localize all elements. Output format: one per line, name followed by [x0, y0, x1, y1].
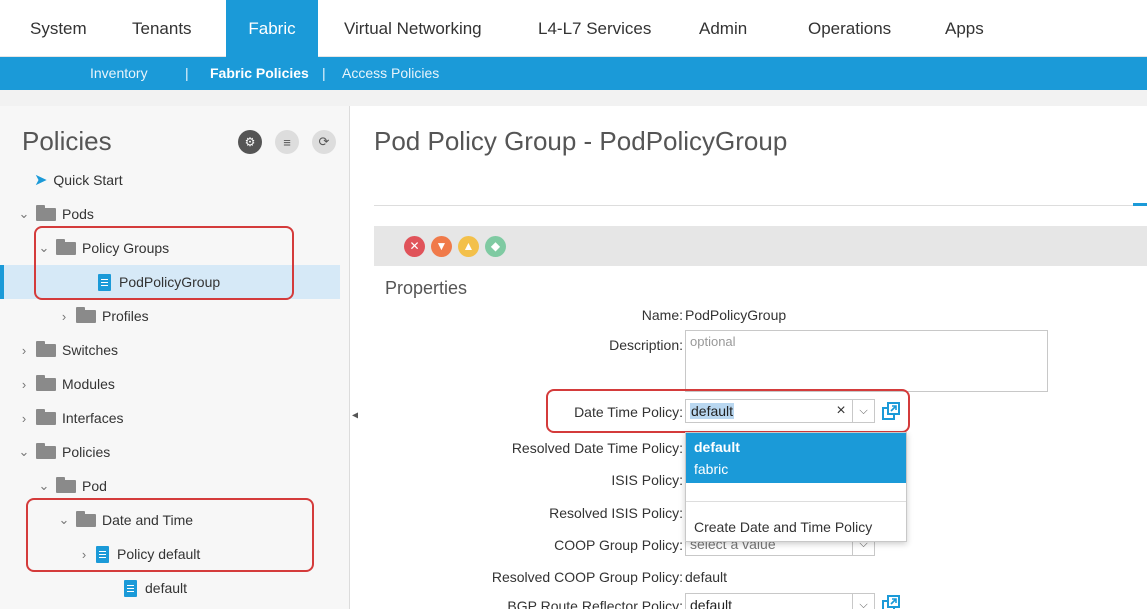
major-fault-icon[interactable]: ▼: [431, 235, 452, 257]
tree-item-label: Policies: [62, 444, 111, 460]
subnav-separator: |: [322, 65, 326, 81]
tools-icon[interactable]: ⚙: [238, 130, 262, 154]
chevron-down-icon[interactable]: ⌄: [16, 444, 32, 460]
chevron-right-icon[interactable]: ›: [16, 411, 32, 426]
bgp-route-reflector-policy-select[interactable]: default ⌵: [685, 593, 875, 609]
sub-navigation: Inventory | Fabric Policies | Access Pol…: [0, 57, 1147, 90]
tree-item-profiles[interactable]: › Profiles: [0, 299, 340, 333]
bgp-route-reflector-policy-input[interactable]: default: [686, 597, 852, 609]
subnav-inventory[interactable]: Inventory: [90, 57, 148, 90]
subnav-fabric-policies[interactable]: Fabric Policies: [210, 57, 309, 90]
highlight-box-date-time-policy: [546, 389, 910, 433]
dropdown-option-fabric[interactable]: fabric: [686, 458, 906, 480]
header-spacer: [0, 90, 1147, 106]
isis-policy-label: ISIS Policy:: [611, 472, 683, 488]
collapse-pane-icon[interactable]: ◀: [352, 410, 360, 426]
tree-item-switches[interactable]: › Switches: [0, 333, 340, 367]
tab-virtual-networking[interactable]: Virtual Networking: [330, 0, 496, 57]
highlight-box-date-and-time: [26, 498, 314, 572]
tree-item-label: Profiles: [102, 308, 149, 324]
top-navigation: System Tenants Fabric Virtual Networking…: [0, 0, 1147, 57]
tree-item-label: Modules: [62, 376, 115, 392]
tree-item-label: Switches: [62, 342, 119, 358]
tab-system[interactable]: System: [16, 0, 101, 57]
tree-item-default[interactable]: default: [0, 571, 340, 605]
quick-start-icon: ➤: [34, 172, 48, 189]
folder-icon: [36, 408, 56, 425]
folder-icon: [36, 442, 56, 459]
folder-icon: [36, 204, 56, 221]
chevron-down-icon[interactable]: ⌄: [16, 206, 32, 222]
refresh-icon[interactable]: ⟳: [312, 130, 336, 154]
tree-item-label: Interfaces: [62, 410, 124, 426]
date-time-policy-dropdown: default fabric Create Date and Time Poli…: [685, 432, 907, 542]
tree-item-label: default: [145, 580, 188, 596]
description-label: Description:: [609, 337, 683, 353]
folder-icon: [36, 374, 56, 391]
name-value: PodPolicyGroup: [685, 307, 787, 323]
divider: [374, 205, 1134, 206]
warning-fault-icon[interactable]: ◆: [485, 235, 506, 257]
tree-item-label: Quick Start: [53, 172, 123, 188]
external-open-icon[interactable]: [882, 595, 900, 609]
chevron-down-icon[interactable]: ⌄: [36, 478, 52, 494]
properties-heading: Properties: [385, 278, 468, 298]
highlight-box-policy-groups: [34, 226, 294, 300]
dropdown-options: default fabric: [686, 433, 906, 483]
minor-fault-icon[interactable]: ▲: [458, 235, 479, 257]
chevron-down-icon[interactable]: ⌵: [852, 594, 874, 609]
navigation-pane: Policies ⚙ ≡ ⟳ ➤ Quick Start ⌄ Pods ⌄ Po…: [0, 106, 350, 609]
subnav-separator: |: [185, 65, 189, 81]
coop-group-policy-label: COOP Group Policy:: [554, 537, 683, 553]
page-title: Pod Policy Group - PodPolicyGroup: [374, 126, 788, 156]
document-icon: [124, 579, 137, 597]
tab-operations[interactable]: Operations: [794, 0, 905, 57]
description-field[interactable]: optional: [685, 330, 1048, 392]
folder-icon: [76, 306, 96, 323]
active-tab-indicator: [1133, 203, 1147, 206]
tab-admin[interactable]: Admin: [685, 0, 761, 57]
folder-icon: [36, 340, 56, 357]
tab-tenants[interactable]: Tenants: [118, 0, 206, 57]
work-pane: Pod Policy Group - PodPolicyGroup ✕ ▼ ▲ …: [358, 106, 1147, 609]
tree-item-label: Pods: [62, 206, 94, 222]
chevron-right-icon[interactable]: ›: [56, 309, 72, 324]
chevron-right-icon[interactable]: ›: [16, 377, 32, 392]
tab-l4-l7-services[interactable]: L4-L7 Services: [524, 0, 665, 57]
subnav-access-policies[interactable]: Access Policies: [342, 57, 439, 90]
resolved-date-time-policy-label: Resolved Date Time Policy:: [511, 440, 683, 456]
filter-icon[interactable]: ≡: [275, 130, 299, 154]
tree-item-policies[interactable]: ⌄ Policies: [0, 435, 340, 469]
tree-item-modules[interactable]: › Modules: [0, 367, 340, 401]
tree-item-label: Pod: [82, 478, 107, 494]
resolved-coop-group-policy-value: default: [685, 569, 728, 585]
navigation-pane-title: Policies: [22, 126, 112, 156]
folder-icon: [56, 476, 76, 493]
critical-fault-icon[interactable]: ✕: [404, 235, 425, 257]
bgp-route-reflector-policy-label: BGP Route Reflector Policy:: [507, 598, 683, 609]
dropdown-divider: [686, 501, 906, 502]
create-date-and-time-policy-link[interactable]: Create Date and Time Policy: [694, 519, 872, 535]
tab-apps[interactable]: Apps: [931, 0, 998, 57]
dropdown-option-default[interactable]: default: [686, 436, 906, 458]
resolved-coop-group-policy-label: Resolved COOP Group Policy:: [491, 569, 683, 585]
tree-item-quick-start[interactable]: ➤ Quick Start: [0, 163, 340, 197]
name-label: Name:: [641, 307, 683, 323]
fault-summary-bar: ✕ ▼ ▲ ◆: [374, 226, 1147, 266]
resolved-isis-policy-label: Resolved ISIS Policy:: [549, 505, 683, 521]
tree-item-interfaces[interactable]: › Interfaces: [0, 401, 340, 435]
chevron-right-icon[interactable]: ›: [16, 343, 32, 358]
tab-fabric[interactable]: Fabric: [226, 0, 318, 57]
